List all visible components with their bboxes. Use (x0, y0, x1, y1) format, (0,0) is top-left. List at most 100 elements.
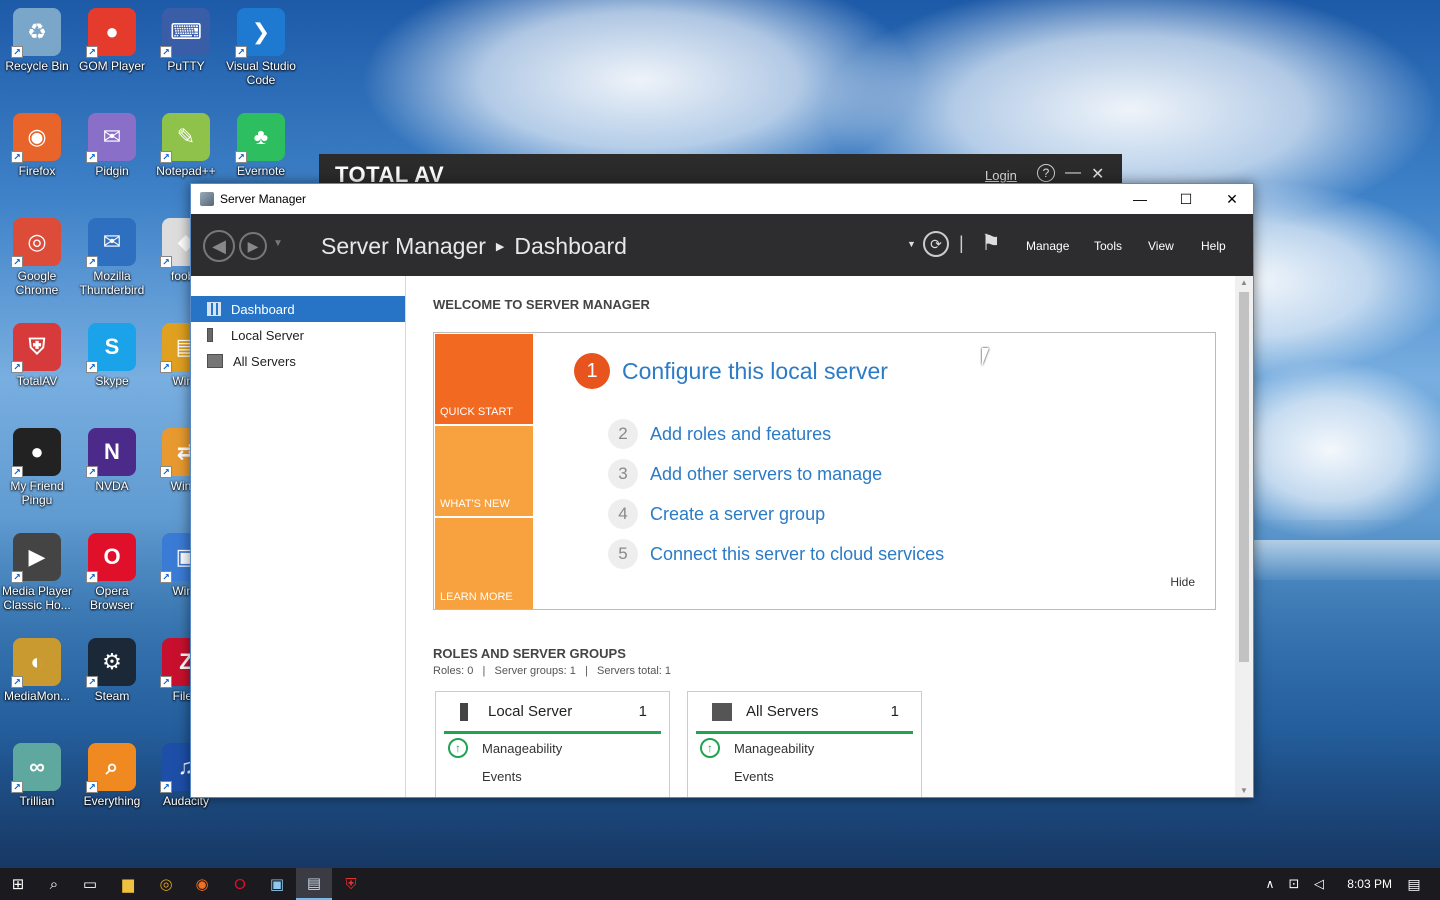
breadcrumb-root[interactable]: Server Manager (321, 233, 486, 259)
maximize-button[interactable]: ☐ (1163, 184, 1209, 214)
card-local-server[interactable]: Local Server 1 ↑ Manageability Events (435, 691, 670, 797)
desktop-icon-trillian[interactable]: ∞ ↗ Trillian (0, 739, 74, 835)
app-icon: ⌕ ↗ (86, 743, 136, 793)
tile-quick-start[interactable]: QUICK START (435, 334, 533, 424)
menu-tools[interactable]: Tools (1094, 239, 1122, 253)
app-icon: N ↗ (86, 428, 136, 478)
server-manager-icon[interactable]: ▤ (296, 868, 332, 900)
app-icon: ⛨ ↗ (11, 323, 61, 373)
search-icon[interactable]: ⌕ (36, 868, 72, 900)
step-number: 4 (608, 499, 638, 529)
desktop-icon-mozilla-thunderbird[interactable]: ✉ ↗ Mozilla Thunderbird (75, 214, 149, 310)
desktop-icon-recycle-bin[interactable]: ♻ ↗ Recycle Bin (0, 4, 74, 100)
sidebar-item-label: All Servers (233, 353, 296, 369)
desktop-icon-visual-studio-code[interactable]: ❯ ↗ Visual Studio Code (224, 4, 298, 100)
notifications-flag-icon[interactable]: ⚑ (981, 230, 1001, 256)
desktop-icon-media-player-classic-ho[interactable]: ▶ ↗ Media Player Classic Ho... (0, 529, 74, 625)
dropdown-arrow-icon[interactable]: ▼ (907, 239, 916, 249)
close-button[interactable]: ✕ (1209, 184, 1253, 214)
title-bar[interactable]: Server Manager — ☐ ✕ (191, 184, 1253, 214)
step-label[interactable]: Configure this local server (622, 358, 888, 385)
desktop-icon-nvda[interactable]: N ↗ NVDA (75, 424, 149, 520)
desktop-icon-label: TotalAV (16, 374, 58, 388)
step-label[interactable]: Add other servers to manage (650, 464, 882, 485)
step-create-group[interactable]: 4 Create a server group (608, 499, 825, 529)
card-row-events[interactable]: Events (436, 762, 669, 790)
desktop-icon-label: NVDA (95, 479, 129, 493)
volume-icon[interactable]: ◁ (1308, 868, 1330, 900)
card-header[interactable]: Local Server 1 (444, 692, 661, 734)
desktop-icon-totalav[interactable]: ⛨ ↗ TotalAV (0, 319, 74, 415)
step-label[interactable]: Create a server group (650, 504, 825, 525)
header-divider: | (959, 233, 964, 253)
sidebar-item-dashboard[interactable]: Dashboard (191, 296, 405, 322)
start-icon[interactable]: ⊞ (0, 868, 36, 900)
desktop-icon-skype[interactable]: S ↗ Skype (75, 319, 149, 415)
vertical-scrollbar[interactable]: ▲ ▼ (1235, 276, 1253, 797)
app-icon[interactable]: ▣ (259, 868, 295, 900)
sidebar-item-all-servers[interactable]: All Servers (191, 348, 405, 374)
back-arrow-icon[interactable]: ◀ (203, 230, 235, 262)
desktop-icon-opera-browser[interactable]: O ↗ Opera Browser (75, 529, 149, 625)
breadcrumb-current: Dashboard (514, 233, 627, 259)
scroll-up-icon[interactable]: ▲ (1240, 278, 1248, 287)
step-add-servers[interactable]: 3 Add other servers to manage (608, 459, 882, 489)
desktop-icon-mediamon[interactable]: ◐ ↗ MediaMon... (0, 634, 74, 730)
app-icon: ▶ ↗ (11, 533, 61, 583)
forward-arrow-icon[interactable]: ▶ (239, 232, 267, 260)
desktop-icon-google-chrome[interactable]: ◎ ↗ Google Chrome (0, 214, 74, 310)
file-explorer-icon[interactable]: ▆ (110, 868, 146, 900)
network-icon[interactable]: ⊡ (1282, 868, 1306, 900)
minimize-button[interactable]: — (1117, 184, 1163, 214)
desktop-icon-label: Google Chrome (15, 269, 59, 297)
opera-icon[interactable]: O (222, 868, 258, 900)
step-configure-local-server[interactable]: 1 Configure this local server (574, 353, 888, 389)
taskbar-clock[interactable]: 8:03 PM (1347, 877, 1392, 891)
shortcut-arrow-icon: ↗ (235, 46, 247, 58)
shortcut-arrow-icon: ↗ (11, 361, 23, 373)
menu-manage[interactable]: Manage (1026, 239, 1069, 253)
breadcrumb: Server Manager ▶ Dashboard (321, 233, 627, 260)
desktop-icon-pidgin[interactable]: ✉ ↗ Pidgin (75, 109, 149, 205)
card-all-servers[interactable]: All Servers 1 ↑ Manageability Events (687, 691, 922, 797)
desktop-icon-putty[interactable]: ⌨ ↗ PuTTY (149, 4, 223, 100)
desktop-icon-everything[interactable]: ⌕ ↗ Everything (75, 739, 149, 835)
step-add-roles[interactable]: 2 Add roles and features (608, 419, 831, 449)
totalav-minimize-button[interactable]: — (1065, 164, 1081, 182)
step-label[interactable]: Add roles and features (650, 424, 831, 445)
notifications-icon[interactable]: ▤ (1402, 868, 1426, 900)
scrollbar-thumb[interactable] (1239, 292, 1249, 662)
hide-link[interactable]: Hide (1170, 575, 1195, 589)
tile-whats-new[interactable]: WHAT'S NEW (435, 426, 533, 516)
refresh-icon[interactable]: ⟳ (923, 231, 949, 257)
desktop-icon-steam[interactable]: ⚙ ↗ Steam (75, 634, 149, 730)
desktop-icon-gom-player[interactable]: ● ↗ GOM Player (75, 4, 149, 100)
shortcut-arrow-icon: ↗ (160, 151, 172, 163)
totalav-login-link[interactable]: Login (985, 168, 1017, 183)
card-row-events[interactable]: Events (688, 762, 921, 790)
app-icon: ◐ ↗ (11, 638, 61, 688)
history-dropdown-icon[interactable]: ▼ (273, 238, 283, 249)
desktop-icon-my-friend-pingu[interactable]: ● ↗ My Friend Pingu (0, 424, 74, 520)
desktop-icon-firefox[interactable]: ◉ ↗ Firefox (0, 109, 74, 205)
totalav-close-button[interactable]: ✕ (1091, 164, 1104, 184)
step-label[interactable]: Connect this server to cloud services (650, 544, 944, 565)
tray-chevron-icon[interactable]: ∧ (1260, 868, 1280, 900)
card-header[interactable]: All Servers 1 (696, 692, 913, 734)
tile-learn-more[interactable]: LEARN MORE (435, 518, 533, 609)
shortcut-arrow-icon: ↗ (86, 781, 98, 793)
menu-help[interactable]: Help (1201, 239, 1226, 253)
card-row-manageability[interactable]: ↑ Manageability (436, 734, 669, 762)
scroll-down-icon[interactable]: ▼ (1240, 786, 1248, 795)
menu-view[interactable]: View (1148, 239, 1174, 253)
totalav-help-icon[interactable]: ? (1037, 164, 1055, 182)
desktop-icon-label: Skype (95, 374, 129, 388)
sidebar-item-local-server[interactable]: Local Server (191, 322, 405, 348)
chrome-icon[interactable]: ◎ (148, 868, 184, 900)
firefox-icon[interactable]: ◉ (184, 868, 220, 900)
totalav-icon[interactable]: ⛨ (333, 868, 369, 900)
shortcut-arrow-icon: ↗ (11, 46, 23, 58)
card-row-manageability[interactable]: ↑ Manageability (688, 734, 921, 762)
task-view-icon[interactable]: ▭ (72, 868, 108, 900)
step-connect-cloud[interactable]: 5 Connect this server to cloud services (608, 539, 944, 569)
